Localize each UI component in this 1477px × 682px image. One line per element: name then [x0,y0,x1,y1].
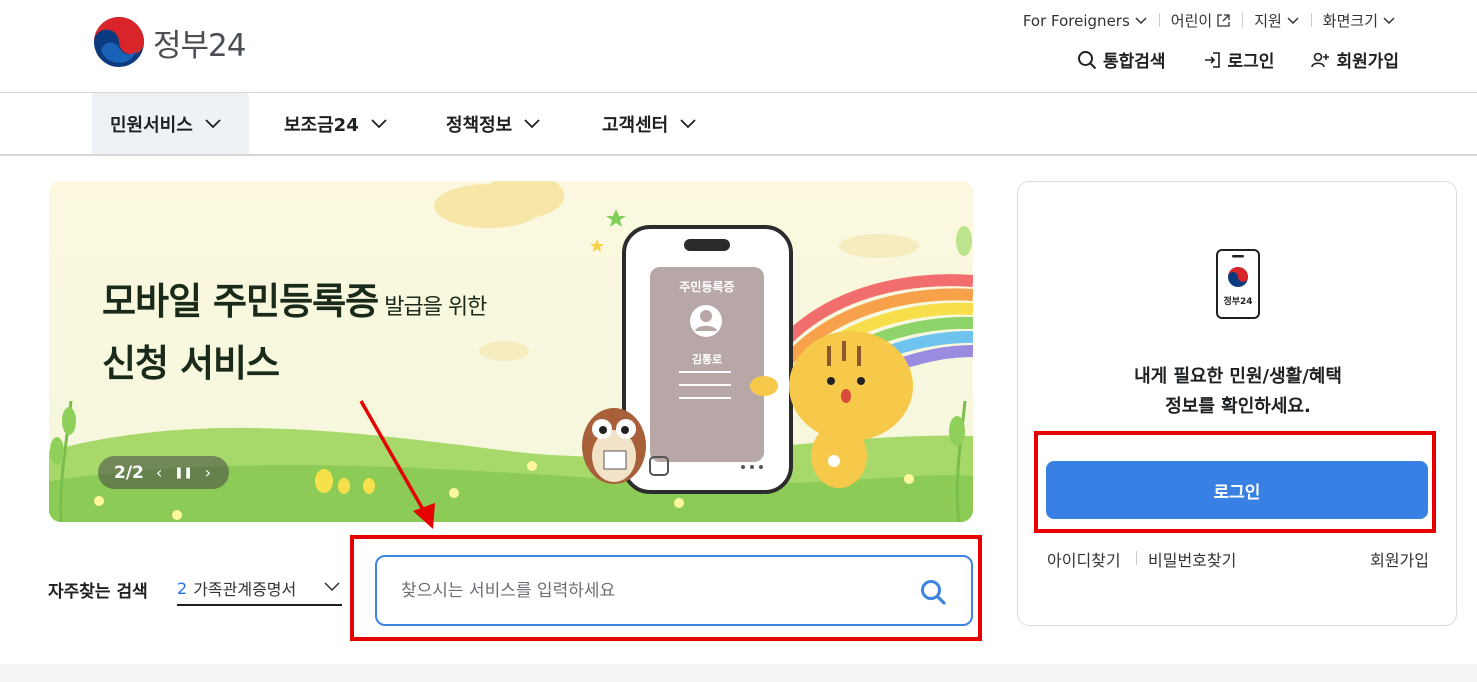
main-banner[interactable]: 주민등록증 김통로 모바일 주민등록증 발급을 위한 신청 서비스 2/2 ‹ ❚… [49,181,973,522]
util-kids[interactable]: 어린이 [1158,10,1242,31]
integrated-search-button[interactable]: 통합검색 [1077,47,1166,72]
find-password-link[interactable]: 비밀번호찾기 [1148,547,1236,571]
banner-title-main: 모바일 주민등록증 [102,280,379,323]
site-logo[interactable]: 정부24 [93,16,246,68]
login-desc-line1: 내게 필요한 민원/생활/혜택 [1134,366,1342,387]
util-label: 어린이 [1170,12,1213,30]
site-header: 정부24 For Foreigners 어린이 지원 화면크기 통합검색 로그인 [0,0,1477,93]
chevron-down-icon [371,118,387,128]
banner-pager: 2/2 ‹ ❚❚ › [98,456,229,489]
external-link-icon [1217,14,1230,27]
frequent-search-rank: 2 [177,578,188,598]
gnb-item-policy[interactable]: 정책정보 [428,93,558,154]
global-nav: 민원서비스 보조금24 정책정보 고객센터 [0,93,1477,156]
login-icon [1204,51,1220,68]
pointer-arrow [359,400,435,529]
frequent-search-select[interactable]: 2 가족관계증명서 [177,572,342,606]
util-label: For Foreigners [1022,11,1130,30]
gov24-phone-icon: 정부24 [1216,249,1260,319]
gnb-label: 정책정보 [446,114,513,136]
link-divider [1136,551,1137,565]
footer-strip [0,664,1477,682]
pause-icon[interactable]: ❚❚ [174,466,192,479]
login-highlight-box [1034,431,1436,533]
util-for-foreigners[interactable]: For Foreigners [1023,12,1159,30]
banner-title-line2: 신청 서비스 [102,342,280,385]
header-login-button[interactable]: 로그인 [1202,47,1275,72]
pager-count: 2/2 [114,462,144,483]
banner-title: 모바일 주민등록증 발급을 위한 신청 서비스 [102,271,487,387]
header-login-label: 로그인 [1227,52,1275,72]
util-support[interactable]: 지원 [1242,10,1311,31]
gnb-label: 고객센터 [602,114,669,136]
signup-link[interactable]: 회원가입 [1370,547,1429,571]
id-card-name: 김통로 [691,353,723,366]
login-desc-line2: 정보를 확인하세요. [1165,396,1311,417]
header-actions: 통합검색 로그인 회원가입 [1077,47,1399,72]
util-screen-size[interactable]: 화면크기 [1310,10,1407,31]
chevron-down-icon [524,118,540,128]
chevron-down-icon [1287,16,1299,24]
utility-nav: For Foreigners 어린이 지원 화면크기 [1023,10,1407,31]
search-highlight-box [350,535,982,641]
chevron-down-icon [1135,16,1147,24]
header-signup-button[interactable]: 회원가입 [1310,47,1399,72]
util-label: 화면크기 [1322,12,1378,30]
phone-logo-text: 정부24 [1223,295,1252,307]
login-description: 내게 필요한 민원/생활/혜택 정보를 확인하세요. [1018,362,1458,422]
id-card-title: 주민등록증 [679,280,735,294]
banner-title-small: 발급을 위한 [384,295,487,320]
gnb-label: 보조금24 [284,114,359,136]
login-panel: 정부24 내게 필요한 민원/생활/혜택 정보를 확인하세요. 로그인 아이디찾… [1017,181,1457,626]
logo-text: 정부24 [153,27,246,64]
chevron-down-icon [1383,16,1395,24]
header-signup-label: 회원가입 [1336,52,1399,72]
find-id-link[interactable]: 아이디찾기 [1047,547,1121,571]
chevron-down-icon [324,582,340,592]
chevron-down-icon [680,118,696,128]
next-arrow-icon[interactable]: › [205,463,211,482]
gnb-item-customer-center[interactable]: 고객센터 [584,93,714,154]
frequent-search-label: 자주찾는 검색 [48,582,148,602]
gnb-item-subsidy[interactable]: 보조금24 [266,93,405,154]
integrated-search-label: 통합검색 [1102,52,1166,72]
gnb-label: 민원서비스 [110,114,193,136]
gnb-item-civil-service[interactable]: 민원서비스 [92,93,249,154]
frequent-search-value: 가족관계증명서 [193,580,297,599]
prev-arrow-icon[interactable]: ‹ [156,463,162,482]
chevron-down-icon [205,118,221,128]
util-label: 지원 [1254,12,1282,30]
add-user-icon [1311,52,1330,67]
search-icon [1077,50,1097,69]
taegeuk-logo-icon [94,17,144,67]
